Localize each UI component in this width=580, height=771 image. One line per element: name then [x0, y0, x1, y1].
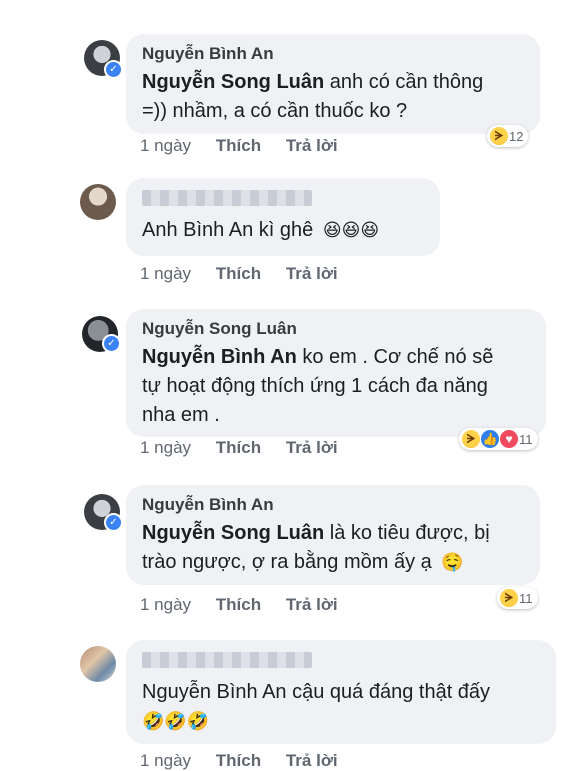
reply-button[interactable]: Trả lời — [286, 264, 338, 283]
reaction-count: 11 — [519, 431, 533, 447]
reaction-summary[interactable]: ᗒ 12 — [487, 125, 529, 147]
comment-text: Nguyễn Song Luân anh có cần thông =)) nh… — [142, 68, 524, 126]
comment-meta: 1 ngày Thích Trả lời — [140, 136, 358, 156]
like-button[interactable]: Thích — [216, 751, 261, 770]
comment-meta: 1 ngày Thích Trả lời — [140, 264, 358, 284]
comment-text-part: Anh Bình An kì ghê — [142, 219, 314, 241]
comment-meta: 1 ngày Thích Trả lời — [140, 438, 358, 458]
like-reaction-icon: 👍 — [481, 430, 499, 448]
comment-timestamp[interactable]: 1 ngày — [140, 595, 191, 614]
comment-text-part: tự hoạt động thích ứng 1 cách đa năng — [142, 375, 488, 397]
emoji-rofl: 🤣🤣🤣 — [142, 711, 210, 731]
comment-bubble: Nguyễn Bình An Nguyễn Song Luân là ko ti… — [126, 485, 540, 585]
comment-bubble: Nguyễn Song Luân Nguyễn Bình An ko em . … — [126, 309, 546, 437]
love-reaction-icon: ♥ — [500, 430, 518, 448]
reply-button[interactable]: Trả lời — [286, 751, 338, 770]
reaction-summary[interactable]: ᗒ 11 — [497, 587, 538, 609]
blurred-author-name — [142, 652, 312, 668]
verified-badge-icon: ✓ — [104, 513, 123, 532]
mention-link[interactable]: Nguyễn Bình An — [142, 346, 297, 368]
comment-text: Nguyễn Song Luân là ko tiêu được, bị trà… — [142, 519, 524, 577]
mention-link[interactable]: Nguyễn Song Luân — [142, 522, 324, 544]
comment-text-part: ko em . Cơ chế nó sẽ — [296, 346, 494, 368]
verified-badge-icon: ✓ — [104, 60, 123, 79]
comment-timestamp[interactable]: 1 ngày — [140, 264, 191, 283]
verified-badge-icon: ✓ — [102, 334, 121, 353]
haha-reaction-icon: ᗒ — [462, 430, 480, 448]
haha-reaction-icon: ᗒ — [490, 127, 508, 145]
like-button[interactable]: Thích — [216, 438, 261, 457]
like-button[interactable]: Thích — [216, 595, 261, 614]
comment-author[interactable]: Nguyễn Song Luân — [142, 319, 530, 339]
avatar[interactable] — [80, 646, 116, 682]
comment-text-part: Nguyễn Bình An cậu quá đáng thật đấy — [142, 681, 491, 703]
comment-text: Anh Bình An kì ghê 😆😆😆 — [142, 216, 424, 245]
like-button[interactable]: Thích — [216, 136, 261, 155]
comment-text: Nguyễn Bình An ko em . Cơ chế nó sẽ tự h… — [142, 343, 530, 430]
reply-button[interactable]: Trả lời — [286, 595, 338, 614]
comment-author[interactable]: Nguyễn Bình An — [142, 44, 524, 64]
comment-text-part: trào ngược, ợ ra bằng mồm ấy ạ — [142, 551, 432, 573]
reaction-count: 11 — [519, 590, 533, 606]
emoji-laughing: 😆😆😆 — [322, 220, 380, 240]
comment-text-part: là ko tiêu được, bị — [324, 522, 490, 544]
comment-bubble: Nguyễn Bình An Nguyễn Song Luân anh có c… — [126, 34, 540, 134]
haha-reaction-icon: ᗒ — [500, 589, 518, 607]
comment-timestamp[interactable]: 1 ngày — [140, 136, 191, 155]
emoji-drool: 🤤 — [441, 552, 464, 572]
like-button[interactable]: Thích — [216, 264, 261, 283]
comment-bubble: Anh Bình An kì ghê 😆😆😆 — [126, 178, 440, 256]
comment-timestamp[interactable]: 1 ngày — [140, 438, 191, 457]
comment-author[interactable]: Nguyễn Bình An — [142, 495, 524, 515]
comment-text: Nguyễn Bình An cậu quá đáng thật đấy 🤣🤣🤣 — [142, 678, 540, 736]
comment-text-part: nha em . — [142, 404, 220, 426]
reaction-summary[interactable]: ᗒ 👍 ♥ 11 — [459, 428, 538, 450]
comment-timestamp[interactable]: 1 ngày — [140, 751, 191, 770]
reaction-count: 12 — [509, 128, 524, 144]
comment-bubble: Nguyễn Bình An cậu quá đáng thật đấy 🤣🤣🤣 — [126, 640, 556, 744]
reply-button[interactable]: Trả lời — [286, 136, 338, 155]
avatar[interactable] — [80, 184, 116, 220]
comment-meta: 1 ngày Thích Trả lời — [140, 751, 358, 771]
comment-text-part: =)) nhầm, a có cần thuốc ko ? — [142, 100, 408, 122]
comment-meta: 1 ngày Thích Trả lời — [140, 595, 358, 615]
comment-text-part: anh có cần thông — [324, 71, 484, 93]
mention-link[interactable]: Nguyễn Song Luân — [142, 71, 324, 93]
blurred-author-name — [142, 190, 312, 206]
reply-button[interactable]: Trả lời — [286, 438, 338, 457]
